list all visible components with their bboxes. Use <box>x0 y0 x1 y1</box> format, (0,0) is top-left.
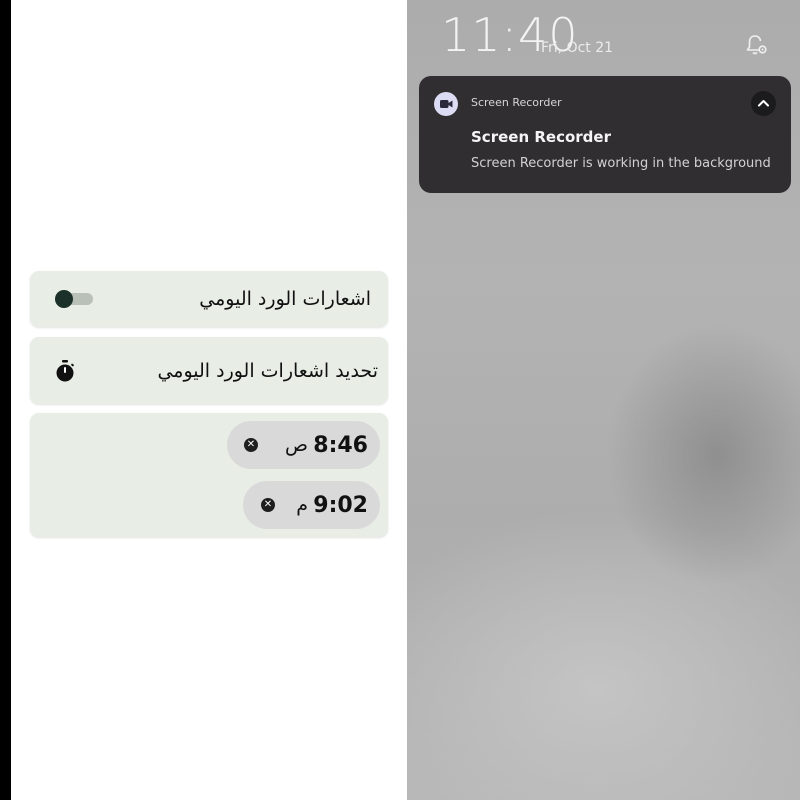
close-circle-icon[interactable]: ✕ <box>244 438 258 452</box>
stopwatch-icon <box>56 360 74 382</box>
time-period: م <box>296 494 308 516</box>
set-notifications-label: تحديد اشعارات الورد اليومي <box>157 359 378 382</box>
toggle-thumb <box>55 290 73 308</box>
time-period: ص <box>285 434 308 456</box>
app-settings-pane: اشعارات الورد اليومي تحديد اشعارات الورد… <box>11 0 407 800</box>
notification-shade[interactable]: 11:40 Fri, Oct 21 Screen Recorder Screen… <box>407 0 800 800</box>
bell-settings-icon[interactable] <box>745 33 769 57</box>
screen-recorder-notification[interactable]: Screen Recorder Screen Recorder Screen R… <box>419 76 791 193</box>
time-chip[interactable]: ✕ ص 8:46 <box>227 421 380 469</box>
close-circle-icon[interactable]: ✕ <box>261 498 275 512</box>
daily-notifications-label: اشعارات الورد اليومي <box>199 288 371 310</box>
notification-times-card: ✕ ص 8:46 ✕ م 9:02 <box>30 413 388 537</box>
time-chip[interactable]: ✕ م 9:02 <box>243 481 380 529</box>
screen-edge <box>0 0 11 800</box>
time-value: 8:46 <box>313 432 368 458</box>
notification-app-name: Screen Recorder <box>471 96 562 109</box>
daily-notifications-toggle[interactable] <box>55 290 93 308</box>
chevron-up-icon[interactable] <box>751 91 776 116</box>
time-value: 9:02 <box>313 492 368 518</box>
notification-title: Screen Recorder <box>471 128 611 146</box>
daily-notifications-card[interactable]: اشعارات الورد اليومي <box>30 271 388 327</box>
set-notifications-card[interactable]: تحديد اشعارات الورد اليومي <box>30 337 388 404</box>
shade-date: Fri, Oct 21 <box>541 40 614 56</box>
notification-body: Screen Recorder is working in the backgr… <box>471 156 771 171</box>
video-camera-icon <box>434 92 458 116</box>
